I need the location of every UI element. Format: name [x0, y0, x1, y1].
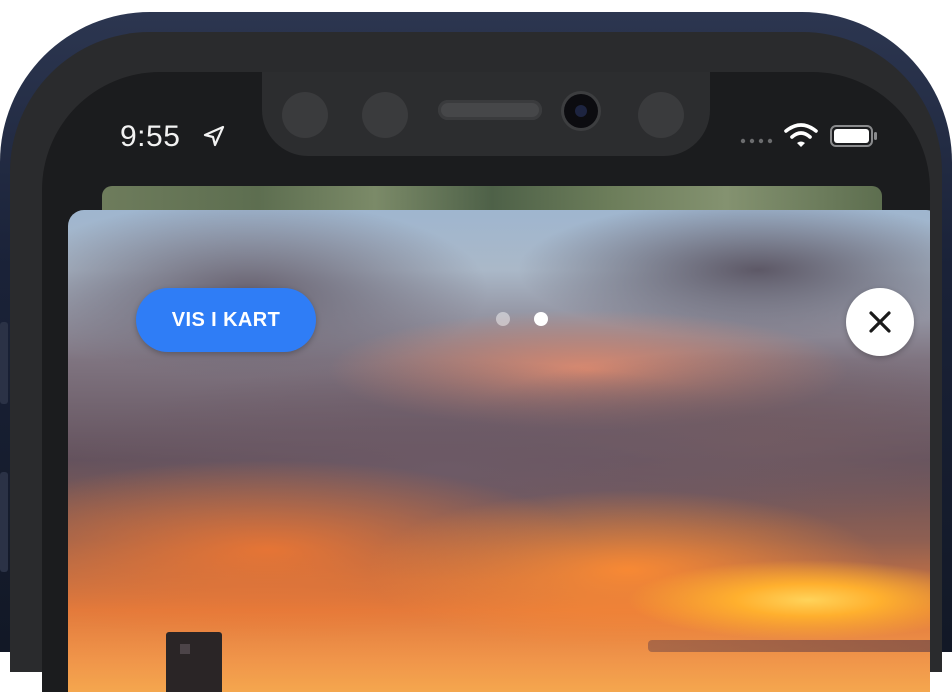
- page-dot-2[interactable]: [534, 312, 548, 326]
- volume-up-button: [0, 322, 8, 404]
- camera-notch: [262, 72, 710, 156]
- show-in-map-button[interactable]: VIS I KART: [136, 288, 316, 352]
- location-arrow-icon: [203, 125, 225, 147]
- phone-bezel: VIS I KART 9:55: [10, 32, 942, 692]
- page-dot-1[interactable]: [496, 312, 510, 326]
- sensor-icon: [638, 92, 684, 138]
- photo-card[interactable]: VIS I KART: [68, 210, 930, 692]
- volume-down-button: [0, 472, 8, 572]
- battery-icon: [830, 125, 877, 147]
- cellular-signal-icon: [740, 138, 773, 144]
- front-camera-icon: [564, 94, 598, 128]
- close-button[interactable]: [846, 288, 914, 356]
- phone-screen: VIS I KART 9:55: [42, 72, 930, 692]
- foreground-object: [166, 632, 222, 692]
- sensor-icon: [282, 92, 328, 138]
- sensor-icon: [362, 92, 408, 138]
- horizon-clouds: [648, 640, 930, 652]
- status-time: 9:55: [120, 120, 181, 153]
- phone-frame: VIS I KART 9:55: [0, 12, 952, 692]
- page-indicator[interactable]: [496, 312, 548, 326]
- wifi-icon: [784, 123, 818, 147]
- close-icon: [869, 311, 891, 333]
- speaker-grille: [438, 100, 542, 120]
